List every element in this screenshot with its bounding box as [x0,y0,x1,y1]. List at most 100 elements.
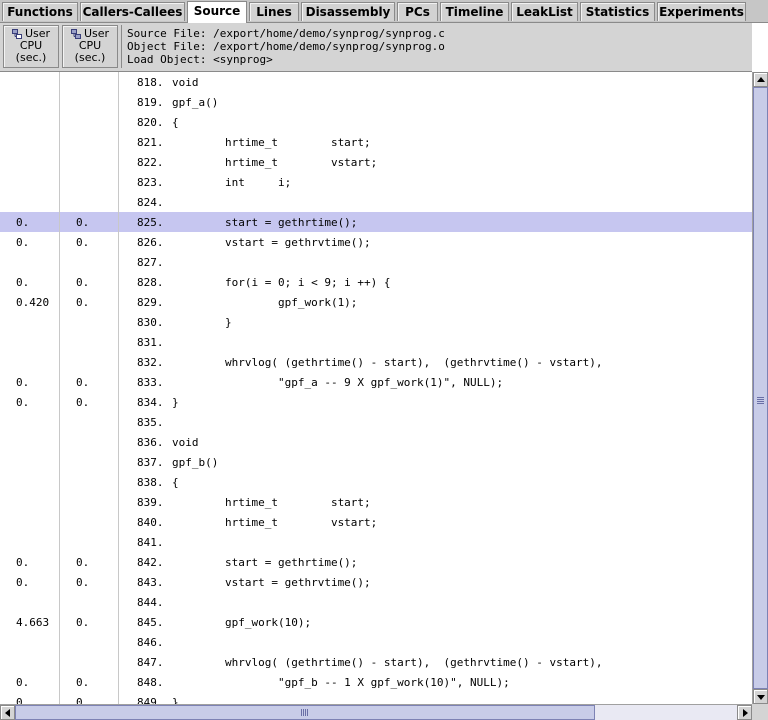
exclusive-metric-value: 0.420 [16,296,50,309]
source-line-row[interactable]: 0. 0. 843. vstart = gethrvtime(); [0,572,752,592]
source-line-row[interactable]: 844. [0,592,752,612]
scroll-left-button[interactable] [0,705,15,720]
line-number: 824. [137,196,164,209]
source-line-row[interactable]: 0. 0. 848. "gpf_b -- 1 X gpf_work(10)", NU… [0,672,752,692]
inclusive-metric-value: 0. [76,236,90,249]
arrow-up-icon [757,77,765,82]
inclusive-metric-value: 0. [76,576,90,589]
code-text: "gpf_b -- 1 X gpf_work(10)", NULL); [172,676,510,689]
source-line-row[interactable]: 832. whrvlog( (gethrtime() - start), (ge… [0,352,752,372]
code-text: gpf_work(1); [172,296,358,309]
line-number: 838. [137,476,164,489]
line-number: 831. [137,336,164,349]
tab-source[interactable]: Source [187,1,247,23]
tab-functions[interactable]: Functions [2,2,78,21]
source-line-row[interactable]: 0. 0. 833. "gpf_a -- 9 X gpf_work(1)", NUL… [0,372,752,392]
source-line-row[interactable]: 820. { [0,112,752,132]
source-line-row[interactable]: 0. 0. 828. for(i = 0; i < 9; i ++) { [0,272,752,292]
metric-header-inclusive-user-cpu[interactable]: User CPU (sec.) [62,25,118,68]
arrow-right-icon [743,709,748,717]
source-listing[interactable]: 0. 0. 849.} 0. 0. 848. "gpf_b -- 1 X gpf_work… [0,72,752,704]
source-line-row[interactable]: 840. hrtime_t vstart; [0,512,752,532]
source-line-row[interactable]: 830. } [0,312,752,332]
inclusive-metric-value: 0. [76,556,90,569]
metric-header-exclusive-user-cpu[interactable]: User CPU (sec.) [3,25,59,68]
source-line-row[interactable]: 846. [0,632,752,652]
inclusive-metric-value: 0. [76,216,90,229]
source-line-row[interactable]: 822. hrtime_t vstart; [0,152,752,172]
code-text: gpf_work(10); [172,616,312,629]
source-line-row[interactable]: 836. void [0,432,752,452]
source-line-row[interactable]: 839. hrtime_t start; [0,492,752,512]
source-line-row[interactable]: 819. gpf_a() [0,92,752,112]
source-line-row[interactable]: 0. 0. 842. start = gethrtime(); [0,552,752,572]
scroll-down-button[interactable] [753,689,768,704]
source-line-row[interactable]: 841. [0,532,752,552]
tab-lines[interactable]: Lines [249,2,299,21]
source-line-row[interactable]: 837. gpf_b() [0,452,752,472]
code-text: start = gethrtime(); [172,216,358,229]
grip-line [757,399,764,400]
file-info: Source File: /export/home/demo/synprog/s… [121,25,749,68]
arrow-left-icon [5,709,10,717]
exclusive-metric-value: 0. [16,396,30,409]
object-file-path: Object File: /export/home/demo/synprog/s… [127,40,445,53]
tab-experiments[interactable]: Experiments [657,2,746,21]
column-divider [59,72,60,704]
exclusive-metric-value: 0. [16,696,30,704]
line-number: 829. [137,296,164,309]
line-number: 846. [137,636,164,649]
source-line-row[interactable]: 821. hrtime_t start; [0,132,752,152]
grip-line [301,709,302,716]
tab-callers-callees[interactable]: Callers-Callees [80,2,185,21]
tab-timeline[interactable]: Timeline [440,2,509,21]
source-line-row[interactable]: 818. void [0,72,752,92]
horizontal-scroll-thumb[interactable] [15,705,595,720]
tab-pcs[interactable]: PCs [397,2,438,21]
code-text: whrvlog( (gethrtime() - start), (gethrvt… [172,656,603,669]
line-number: 840. [137,516,164,529]
inclusive-metric-value: 0. [76,616,90,629]
inclusive-metric-value: 0. [76,276,90,289]
line-number: 842. [137,556,164,569]
code-text: hrtime_t vstart; [172,156,378,169]
source-line-row[interactable]: 0. 0. 825. start = gethrtime(); [0,212,752,232]
tab-leaklist[interactable]: LeakList [511,2,578,21]
inclusive-metric-value: 0. [76,376,90,389]
tab-statistics[interactable]: Statistics [580,2,655,21]
tab-disassembly[interactable]: Disassembly [301,2,395,21]
exclusive-metric-value: 0. [16,576,30,589]
code-text: int i; [172,176,292,189]
source-line-row[interactable]: 0. 0. 826. vstart = gethrvtime(); [0,232,752,252]
line-number: 841. [137,536,164,549]
scroll-right-button[interactable] [737,705,752,720]
exclusive-metric-value: 0. [16,216,30,229]
horizontal-scrollbar[interactable] [0,704,752,720]
line-number: 836. [137,436,164,449]
line-number: 823. [137,176,164,189]
source-line-row[interactable]: 4.663 0. 845. gpf_work(10); [0,612,752,632]
line-number: 833. [137,376,164,389]
grip-line [757,403,764,404]
vertical-scrollbar[interactable] [752,72,768,704]
source-line-row[interactable]: 0.420 0. 829. gpf_work(1); [0,292,752,312]
line-number: 818. [137,76,164,89]
inclusive-metric-value: 0. [76,676,90,689]
line-number: 826. [137,236,164,249]
tab-bar: Functions Callers-Callees Source Lines Disas… [0,0,768,23]
source-line-row[interactable]: 831. [0,332,752,352]
source-line-row[interactable]: 0. 0. 849.} [0,692,752,704]
source-line-row[interactable]: 827. [0,252,752,272]
source-line-row[interactable]: 0. 0. 834.} [0,392,752,412]
source-line-row[interactable]: 838. { [0,472,752,492]
code-text: whrvlog( (gethrtime() - start), (gethrvt… [172,356,603,369]
code-text: start = gethrtime(); [172,556,358,569]
source-line-row[interactable]: 823. int i; [0,172,752,192]
line-number: 839. [137,496,164,509]
source-line-row[interactable]: 847. whrvlog( (gethrtime() - start), (ge… [0,652,752,672]
line-number: 843. [137,576,164,589]
scroll-up-button[interactable] [753,72,768,87]
source-line-row[interactable]: 835. [0,412,752,432]
source-line-row[interactable]: 824. [0,192,752,212]
vertical-scroll-thumb[interactable] [753,87,768,689]
